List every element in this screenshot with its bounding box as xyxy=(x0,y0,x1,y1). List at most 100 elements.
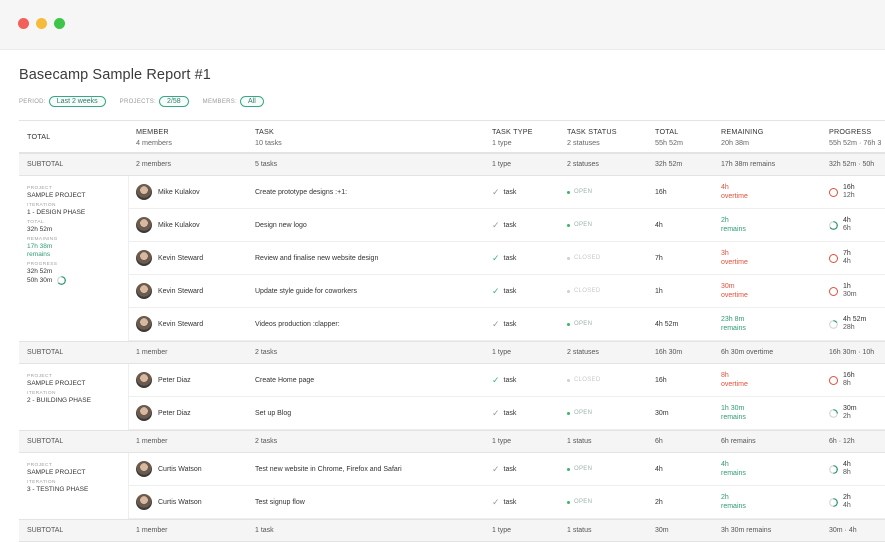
task-total: 16h xyxy=(655,376,667,384)
header-remaining[interactable]: REMAINING 20h 38m xyxy=(721,121,764,152)
task-name[interactable]: Videos production :clapper: xyxy=(255,308,340,340)
members-filter[interactable]: All xyxy=(240,96,264,107)
task-name[interactable]: Set up Blog xyxy=(255,397,291,429)
group-remaining-value: 17h 38m xyxy=(27,243,53,250)
remaining-note: overtime xyxy=(721,381,748,388)
subtotal-progress: 16h 30m · 10h xyxy=(829,349,875,356)
progress-estimate: 4h xyxy=(843,502,851,509)
header-task-status[interactable]: TASK STATUS 2 statuses xyxy=(567,121,617,152)
subtotal-tasks: 2 tasks xyxy=(255,349,278,356)
task-progress: 16h 8h xyxy=(829,364,855,396)
task-member[interactable]: Mike Kulakov xyxy=(136,176,200,208)
subtotal-statuses: 2 statuses xyxy=(567,161,599,168)
check-icon: ✓ xyxy=(492,219,500,230)
period-filter[interactable]: Last 2 weeks xyxy=(48,96,106,107)
member-name: Peter Diaz xyxy=(158,409,191,417)
header-progress[interactable]: PROGRESS 55h 52m · 76h 3 xyxy=(829,121,881,152)
task-total: 16h xyxy=(655,188,667,196)
task-row[interactable]: Kevin Steward Update style guide for cowo… xyxy=(129,275,885,308)
status-dot-icon xyxy=(567,190,570,194)
iteration-name[interactable]: 1 - DESIGN PHASE xyxy=(27,209,128,216)
group-rows: Curtis Watson Test new website in Chrome,… xyxy=(129,453,885,519)
avatar xyxy=(136,461,152,477)
project-label: PROJECT xyxy=(27,186,53,191)
task-name[interactable]: Test new website in Chrome, Firefox and … xyxy=(255,453,402,485)
subtotal-types: 1 type xyxy=(492,349,512,356)
subtotal-types: 1 type xyxy=(492,438,512,445)
task-name[interactable]: Create Home page xyxy=(255,364,314,396)
subtotal-label: SUBTOTAL xyxy=(27,438,64,445)
task-row[interactable]: Curtis Watson Test new website in Chrome,… xyxy=(129,453,885,486)
task-name[interactable]: Update style guide for coworkers xyxy=(255,275,357,307)
projects-filter[interactable]: 2/58 xyxy=(159,96,189,107)
task-total: 4h xyxy=(655,465,663,473)
task-remaining: 30m overtime xyxy=(721,275,748,307)
task-name[interactable]: Test signup flow xyxy=(255,486,305,518)
header-task-type[interactable]: TASK TYPE 1 type xyxy=(492,121,533,152)
task-progress: 1h 30m xyxy=(829,275,857,307)
progress-estimate: 30m xyxy=(843,291,857,298)
table-header: TOTAL MEMBER 4 members TASK 10 tasks TASK … xyxy=(19,120,885,153)
iteration-group: PROJECT SAMPLE PROJECT ITERATION 3 - TESTIN… xyxy=(19,453,885,519)
progress-ring-icon xyxy=(829,408,838,418)
task-row[interactable]: Peter Diaz Create Home page ✓ task CLOSED 16h… xyxy=(129,364,885,397)
task-name[interactable]: Review and finalise new website design xyxy=(255,242,378,274)
status-label: OPEN xyxy=(574,321,593,327)
status-badge: CLOSED xyxy=(567,242,600,274)
progress-estimate: 8h xyxy=(843,469,851,476)
task-remaining: 3h overtime xyxy=(721,242,748,274)
maximize-window-button[interactable] xyxy=(54,18,65,29)
task-member[interactable]: Kevin Steward xyxy=(136,275,203,307)
member-name: Curtis Watson xyxy=(158,465,202,473)
group-remaining-note: remains xyxy=(27,251,51,258)
task-member[interactable]: Kevin Steward xyxy=(136,242,203,274)
task-member[interactable]: Curtis Watson xyxy=(136,453,202,485)
close-window-button[interactable] xyxy=(18,18,29,29)
task-member[interactable]: Peter Diaz xyxy=(136,397,191,429)
remaining-value: 3h xyxy=(721,250,729,257)
task-row[interactable]: Kevin Steward Review and finalise new web… xyxy=(129,242,885,275)
subtotal-types: 1 type xyxy=(492,161,512,168)
subtotal-total: 16h 30m xyxy=(655,349,683,356)
minimize-window-button[interactable] xyxy=(36,18,47,29)
projects-filter-label: PROJECTS: xyxy=(119,98,157,105)
task-row[interactable]: Kevin Steward Videos production :clapper:… xyxy=(129,308,885,341)
task-remaining: 23h 8m remains xyxy=(721,308,746,340)
task-name[interactable]: Create prototype designs :+1: xyxy=(255,176,347,208)
remaining-note: overtime xyxy=(721,292,748,299)
progress-spent: 30m xyxy=(843,404,857,412)
task-member[interactable]: Peter Diaz xyxy=(136,364,191,396)
task-remaining: 4h overtime xyxy=(721,176,748,208)
task-row[interactable]: Mike Kulakov Create prototype designs :+1… xyxy=(129,176,885,209)
task-row[interactable]: Mike Kulakov Design new logo ✓ task OPEN 4h 2h… xyxy=(129,209,885,242)
subtotal-remaining: 6h 30m overtime xyxy=(721,349,774,356)
member-name: Mike Kulakov xyxy=(158,221,200,229)
task-member[interactable]: Kevin Steward xyxy=(136,308,203,340)
iteration-label: ITERATION xyxy=(27,203,56,208)
subtotal-row: SUBTOTAL 1 member 1 task 1 type 1 status 30m 3… xyxy=(19,519,885,542)
header-member[interactable]: MEMBER 4 members xyxy=(136,121,172,152)
task-row[interactable]: Peter Diaz Set up Blog ✓ task OPEN 30m 1h 30m r… xyxy=(129,397,885,430)
task-name[interactable]: Design new logo xyxy=(255,209,307,241)
header-total-label: TOTAL xyxy=(27,132,51,141)
iteration-name[interactable]: 2 - BUILDING PHASE xyxy=(27,397,128,404)
project-name[interactable]: SAMPLE PROJECT xyxy=(27,469,128,476)
project-name[interactable]: SAMPLE PROJECT xyxy=(27,380,128,387)
header-task[interactable]: TASK 10 tasks xyxy=(255,121,282,152)
task-remaining: 4h remains xyxy=(721,453,746,485)
task-row[interactable]: Curtis Watson Test signup flow ✓ task OPEN 2h… xyxy=(129,486,885,519)
group-summary: PROJECT SAMPLE PROJECT ITERATION 1 - DESIGN… xyxy=(19,176,129,341)
task-member[interactable]: Mike Kulakov xyxy=(136,209,200,241)
remaining-note: overtime xyxy=(721,193,748,200)
status-badge: OPEN xyxy=(567,453,592,485)
progress-spent: 4h xyxy=(843,460,851,468)
task-total: 7h xyxy=(655,254,663,262)
subtotal-total: 30m xyxy=(655,527,669,534)
task-member[interactable]: Curtis Watson xyxy=(136,486,202,518)
header-total[interactable]: TOTAL 55h 52m xyxy=(655,121,683,152)
iteration-name[interactable]: 3 - TESTING PHASE xyxy=(27,486,128,493)
remaining-note: remains xyxy=(721,503,746,510)
project-name[interactable]: SAMPLE PROJECT xyxy=(27,192,128,199)
task-total: 2h xyxy=(655,498,663,506)
status-dot-icon xyxy=(567,256,570,260)
